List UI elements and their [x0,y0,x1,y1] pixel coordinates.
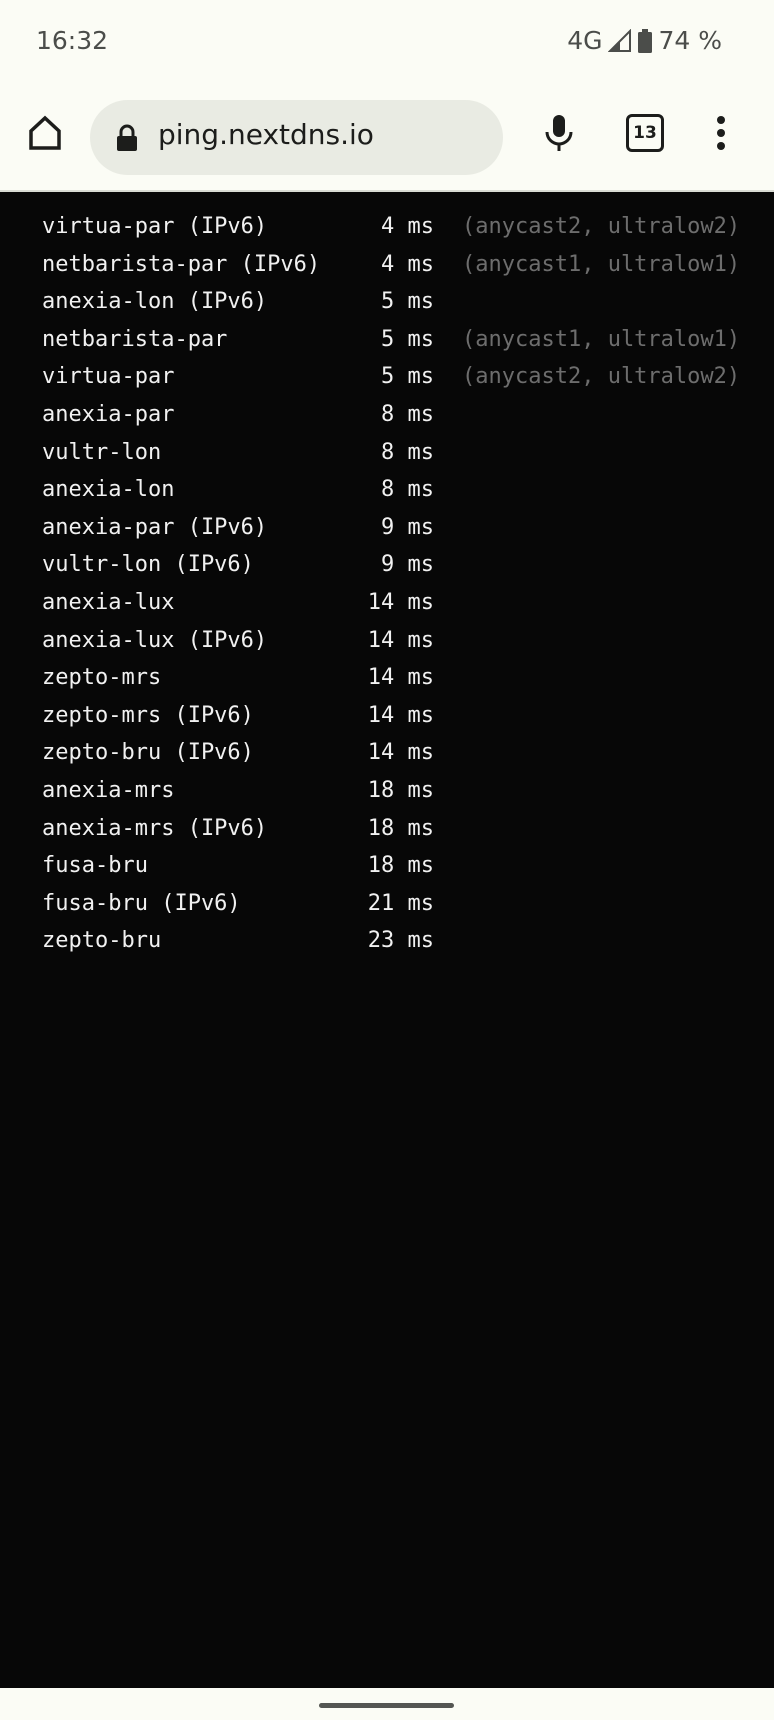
lock-icon [117,124,137,151]
latency-value: 14 ms [367,627,434,653]
ping-row: anexia-lux (IPv6) 14 ms [0,622,774,660]
ping-row: zepto-mrs 14 ms [0,659,774,697]
latency-value: 18 ms [367,815,434,841]
server-name: anexia-lon [42,477,175,503]
status-indicators: 4G 74 % [567,26,722,55]
server-name: anexia-mrs [42,777,175,803]
latency-value: 5 ms [381,364,434,390]
ping-row: anexia-lon (IPv6) 5 ms [0,283,774,321]
latency-value: 9 ms [381,552,434,578]
server-name: anexia-lux [42,589,175,615]
voice-search-button[interactable] [534,108,584,158]
anycast-tags: (anycast1, ultralow1) [462,251,741,277]
latency-value: 14 ms [367,589,434,615]
phone-screen: 16:32 4G 74 % ping.nextdns.io 13 virtua-… [0,0,774,1720]
battery-level: 74 % [658,26,722,55]
ping-row: fusa-bru (IPv6) 21 ms [0,885,774,923]
network-type: 4G [567,26,603,55]
latency-value: 14 ms [367,665,434,691]
latency-value: 14 ms [367,702,434,728]
ping-row: zepto-bru 23 ms [0,922,774,960]
anycast-tags: (anycast1, ultralow1) [462,326,741,352]
ping-row: netbarista-par (IPv6) 4 ms (anycast1, ultr… [0,246,774,284]
server-name: anexia-mrs (IPv6) [42,815,268,841]
ping-row: anexia-mrs (IPv6) 18 ms [0,810,774,848]
latency-value: 5 ms [381,326,434,352]
status-bar: 16:32 4G 74 % [0,0,774,88]
latency-value: 8 ms [381,477,434,503]
ping-row: fusa-bru 18 ms [0,847,774,885]
latency-value: 4 ms [381,214,434,239]
battery-icon [638,28,653,53]
server-name: anexia-par (IPv6) [42,514,268,540]
tabs-icon: 13 [626,114,664,152]
server-name: fusa-bru (IPv6) [42,890,241,916]
server-name: vultr-lon [42,439,162,465]
home-icon [29,115,61,150]
ping-row: anexia-par (IPv6) 9 ms [0,509,774,547]
ping-row: netbarista-par 5 ms (anycast1, ultralow1) [0,321,774,359]
server-name: zepto-mrs [42,665,162,691]
latency-value: 14 ms [367,740,434,766]
microphone-icon [545,115,573,151]
server-name: anexia-lux (IPv6) [42,627,268,653]
page-content: virtua-par (IPv6) 4 ms (anycast2, ultralow… [0,192,774,1688]
home-button[interactable] [20,108,70,158]
ping-row: anexia-lon 8 ms [0,471,774,509]
anycast-tags: (anycast2, ultralow2) [462,214,741,239]
signal-icon [608,28,632,52]
server-name: netbarista-par [42,326,228,352]
tab-switcher-button[interactable]: 13 [620,108,670,158]
ping-row: vultr-lon 8 ms [0,434,774,472]
server-name: zepto-mrs (IPv6) [42,702,254,728]
server-name: anexia-lon (IPv6) [42,289,268,315]
navigation-bar [0,1688,774,1720]
server-name: fusa-bru [42,853,148,879]
ping-row: zepto-mrs (IPv6) 14 ms [0,697,774,735]
latency-value: 21 ms [367,890,434,916]
url-text: ping.nextdns.io [158,118,374,151]
server-name: anexia-par [42,401,175,427]
latency-value: 4 ms [381,251,434,277]
ping-row: anexia-lux 14 ms [0,584,774,622]
server-name: zepto-bru [42,928,162,954]
ping-row: virtua-par 5 ms (anycast2, ultralow2) [0,358,774,396]
latency-value: 23 ms [367,928,434,954]
browser-toolbar: ping.nextdns.io 13 [0,88,774,192]
latency-value: 18 ms [367,777,434,803]
ping-results-list: virtua-par (IPv6) 4 ms (anycast2, ultralow… [0,208,774,960]
ping-row: vultr-lon (IPv6) 9 ms [0,546,774,584]
ping-row: zepto-bru (IPv6) 14 ms [0,734,774,772]
browser-menu-button[interactable] [696,108,746,158]
more-vert-icon [717,116,725,150]
ping-row: anexia-par 8 ms [0,396,774,434]
latency-value: 18 ms [367,853,434,879]
server-name: virtua-par [42,364,175,390]
tab-count: 13 [633,123,657,143]
server-name: vultr-lon (IPv6) [42,552,254,578]
home-gesture-handle[interactable] [319,1703,454,1708]
status-time: 16:32 [36,26,109,55]
anycast-tags: (anycast2, ultralow2) [462,364,741,390]
ping-row: virtua-par (IPv6) 4 ms (anycast2, ultralow… [0,208,774,246]
ping-row: anexia-mrs 18 ms [0,772,774,810]
latency-value: 8 ms [381,401,434,427]
latency-value: 5 ms [381,289,434,315]
server-name: zepto-bru (IPv6) [42,740,254,766]
url-bar[interactable]: ping.nextdns.io [90,100,503,175]
server-name: netbarista-par (IPv6) [42,251,321,277]
server-name: virtua-par (IPv6) [42,214,268,239]
latency-value: 9 ms [381,514,434,540]
latency-value: 8 ms [381,439,434,465]
